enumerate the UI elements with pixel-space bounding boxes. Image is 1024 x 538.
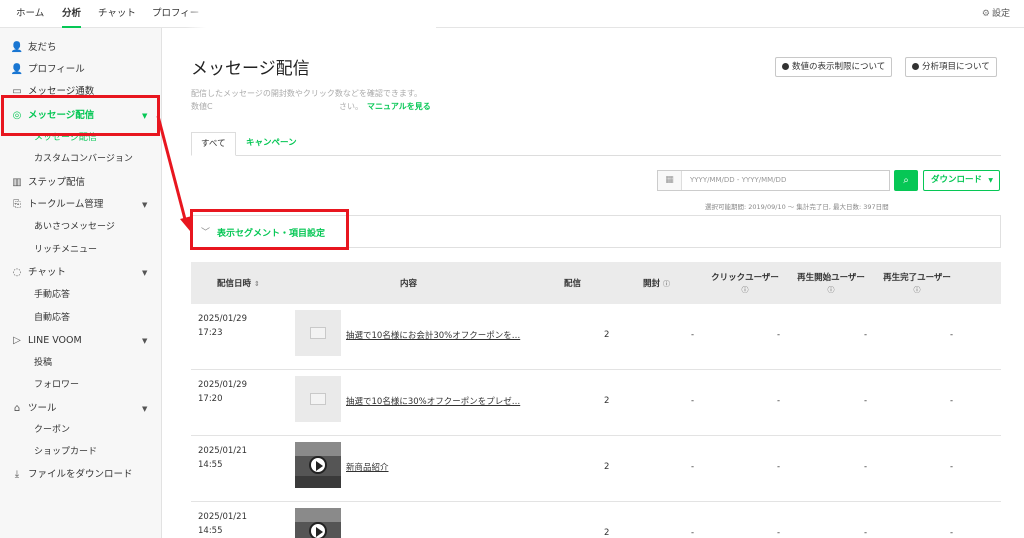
annotation-arrow [156, 115, 192, 231]
